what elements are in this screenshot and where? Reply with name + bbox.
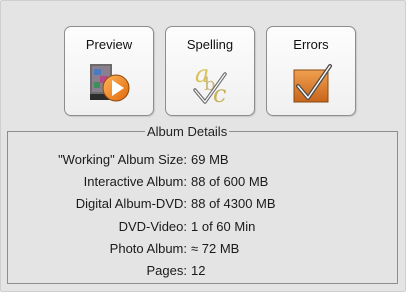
errors-check-icon <box>293 64 332 103</box>
detail-label: "Working" Album Size: <box>58 152 187 167</box>
spelling-check-icon: a b c <box>193 60 227 106</box>
detail-row-dvd-video: DVD-Video: 1 of 60 Min <box>1 219 399 238</box>
detail-value: 88 of 4300 MB <box>191 196 276 211</box>
preview-button-label: Preview <box>85 37 133 52</box>
album-panel: Preview Spelling a b c Errors Album Deta… <box>0 0 406 292</box>
detail-row-interactive-album: Interactive Album: 88 of 600 MB <box>1 174 399 193</box>
detail-row-photo-album: Photo Album: ≈ 72 MB <box>1 241 399 260</box>
detail-value: 69 MB <box>191 152 229 167</box>
preview-button[interactable]: Preview <box>64 26 154 116</box>
errors-button[interactable]: Errors <box>266 26 356 116</box>
detail-label: Interactive Album: <box>83 174 187 189</box>
detail-row-working-size: "Working" Album Size: 69 MB <box>1 152 399 171</box>
detail-row-digital-album-dvd: Digital Album-DVD: 88 of 4300 MB <box>1 196 399 215</box>
detail-label: Photo Album: <box>109 241 187 256</box>
album-details-title: Album Details <box>147 124 228 139</box>
spelling-button-label: Spelling <box>186 37 234 52</box>
detail-label: DVD-Video: <box>118 219 187 234</box>
detail-label: Pages: <box>146 263 187 278</box>
detail-label: Digital Album-DVD: <box>75 196 187 211</box>
detail-value: 88 of 600 MB <box>191 174 269 189</box>
detail-value: 12 <box>191 263 206 278</box>
detail-row-pages: Pages: 12 <box>1 263 399 282</box>
preview-play-icon <box>90 64 130 102</box>
detail-value: ≈ 72 MB <box>191 241 240 256</box>
detail-value: 1 of 60 Min <box>191 219 256 234</box>
spelling-button[interactable]: Spelling a b c <box>165 26 255 116</box>
errors-button-label: Errors <box>293 37 329 52</box>
